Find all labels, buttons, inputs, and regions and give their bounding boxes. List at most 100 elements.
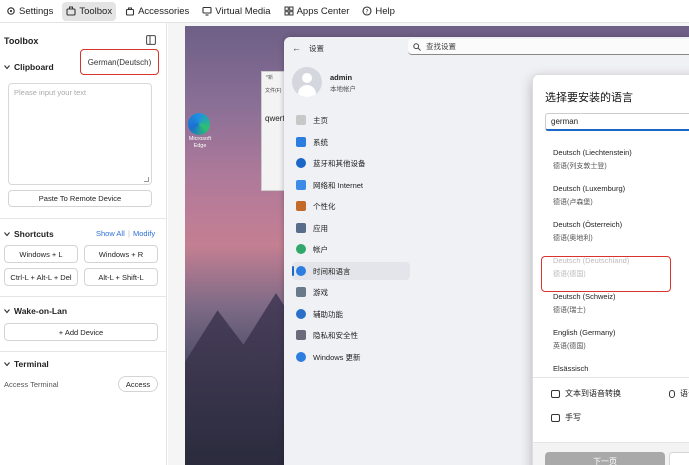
modify-link[interactable]: Modify (133, 229, 155, 238)
access-terminal-label: Access Terminal (4, 380, 59, 389)
menu-apps-center[interactable]: Apps Center (280, 2, 354, 21)
menu-settings-label: Settings (19, 5, 54, 17)
language-item[interactable]: Deutsch (Schweiz) 德语(瑞士) (541, 288, 689, 324)
paste-to-remote-button[interactable]: Paste To Remote Device (8, 190, 152, 207)
menu-apps-center-label: Apps Center (296, 5, 350, 17)
grid-icon (284, 6, 294, 16)
clipboard-heading-label: Clipboard (14, 62, 54, 72)
settings-nav-accounts[interactable]: 帐户 (292, 240, 410, 258)
highlight-box (541, 256, 671, 292)
settings-nav-accessibility[interactable]: 辅助功能 (292, 305, 410, 323)
language-item[interactable]: English (Germany) 英语(德国) (541, 324, 689, 360)
language-item[interactable]: Deutsch (Luxemburg) 德语(卢森堡) (541, 180, 689, 216)
add-device-label: + Add Device (58, 327, 104, 337)
terminal-heading-label: Terminal (14, 359, 49, 369)
nav-label: 游戏 (313, 287, 328, 297)
gear-icon (7, 7, 15, 15)
wake-on-lan-heading-label: Wake-on-Lan (14, 306, 68, 316)
clipboard-heading[interactable]: Clipboard (4, 62, 54, 72)
svg-text:?: ? (366, 8, 369, 15)
clipboard-textarea[interactable]: Please input your text (8, 83, 152, 185)
menu-help[interactable]: ? Help (358, 2, 399, 21)
chevron-down-icon (4, 309, 10, 314)
shortcut-ctrl-alt-del-button[interactable]: Ctrl-L + Alt-L + Del (4, 268, 78, 286)
shortcut-label: Ctrl-L + Alt-L + Del (10, 272, 72, 282)
clipboard-language-select[interactable]: German(Deutsch) (80, 49, 159, 75)
feature-speech: 语音识别 (669, 388, 689, 399)
home-icon (296, 115, 306, 125)
menu-toolbox-label: Toolbox (79, 5, 113, 17)
language-search-input[interactable]: german × (545, 113, 689, 131)
notepad-title: *新 (266, 75, 273, 81)
language-name: English (Germany) (553, 328, 616, 337)
next-button[interactable]: 下一页 (545, 452, 665, 465)
menu-accessories[interactable]: Accessories (121, 2, 193, 21)
bluetooth-icon (296, 158, 306, 168)
divider (533, 377, 689, 378)
settings-nav-personalization[interactable]: 个性化 (292, 197, 410, 215)
settings-nav-system[interactable]: 系统 (292, 133, 410, 151)
toolbox-title: Toolbox (4, 36, 39, 46)
divider (0, 296, 166, 297)
divider (0, 351, 166, 352)
settings-nav-windows-update[interactable]: Windows 更新 (292, 348, 410, 366)
shortcuts-heading-label: Shortcuts (14, 229, 54, 239)
shortcut-alt-shift-button[interactable]: Alt-L + Shift-L (84, 268, 158, 286)
avatar[interactable] (292, 67, 322, 97)
nav-label: 系统 (313, 137, 328, 147)
remote-desktop-view[interactable]: Microsoft Edge *新 文件(F) qwert ← 设置 查找设置 … (168, 23, 689, 465)
shortcut-win-r-button[interactable]: Windows + R (84, 245, 158, 263)
cancel-button[interactable]: 取消 (669, 452, 689, 465)
settings-nav-apps[interactable]: 应用 (292, 219, 410, 237)
shield-icon (296, 330, 306, 340)
settings-nav-network[interactable]: 网络和 Internet (292, 176, 410, 194)
terminal-heading[interactable]: Terminal (4, 359, 49, 369)
language-native-name: 德语(卢森堡) (553, 199, 593, 206)
menu-toolbox[interactable]: Toolbox (62, 1, 117, 21)
resize-grip-icon[interactable] (144, 177, 149, 182)
nav-label: 应用 (313, 223, 328, 233)
settings-nav-time-language[interactable]: 时间和语言 (292, 262, 410, 280)
panel-toggle-icon[interactable] (146, 35, 156, 45)
clipboard-placeholder: Please input your text (14, 88, 87, 97)
next-button-label: 下一页 (593, 456, 617, 465)
menu-virtual-media-label: Virtual Media (215, 5, 271, 17)
system-icon (296, 137, 306, 147)
access-button-label: Access (125, 379, 151, 389)
language-native-name: 德语(瑞士) (553, 307, 586, 314)
shortcut-win-l-button[interactable]: Windows + L (4, 245, 78, 263)
settings-search-text: 查找设置 (426, 42, 456, 51)
brush-icon (296, 201, 306, 211)
language-item[interactable]: Deutsch (Liechtenstein) 德语(列支敦士登) (541, 144, 689, 180)
show-all-link[interactable]: Show All (96, 229, 125, 238)
choose-language-dialog: 选择要安装的语言 german × Deutsch (Liechtenstein… (532, 74, 689, 465)
shortcut-label: Windows + L (19, 249, 63, 259)
menu-help-label: Help (375, 5, 395, 17)
language-native-name: 德语(列支敦士登) (553, 163, 607, 170)
menu-settings[interactable]: Settings (2, 2, 57, 21)
menu-virtual-media[interactable]: Virtual Media (198, 2, 274, 21)
settings-nav-bluetooth[interactable]: 蓝牙和其他设备 (292, 154, 410, 172)
shortcuts-heading[interactable]: Shortcuts (4, 229, 54, 239)
language-name: Deutsch (Liechtenstein) (553, 148, 632, 157)
menu-accessories-label: Accessories (138, 5, 190, 17)
notepad-text: qwert (265, 114, 285, 123)
notepad-menu[interactable]: 文件(F) (265, 87, 281, 94)
access-terminal-button[interactable]: Access (118, 376, 158, 392)
add-device-button[interactable]: + Add Device (4, 323, 158, 341)
edge-browser-icon[interactable] (188, 113, 210, 135)
language-item[interactable]: Deutsch (Österreich) 德语(奥地利) (541, 216, 689, 252)
back-arrow-icon[interactable]: ← (292, 43, 301, 53)
language-item[interactable]: Elsässisch (541, 360, 689, 376)
wake-on-lan-heading[interactable]: Wake-on-Lan (4, 306, 67, 316)
search-icon (413, 42, 421, 51)
settings-nav-home[interactable]: 主页 (292, 111, 410, 129)
settings-nav-privacy[interactable]: 隐私和安全性 (292, 326, 410, 344)
nav-label: Windows 更新 (313, 352, 361, 362)
settings-search-input[interactable]: 查找设置 (408, 39, 689, 55)
nav-label: 帐户 (313, 244, 328, 254)
nav-label: 辅助功能 (313, 309, 343, 319)
handwriting-icon (551, 413, 560, 422)
feature-handwriting: 手写 (551, 412, 581, 423)
settings-nav-gaming[interactable]: 游戏 (292, 283, 410, 301)
